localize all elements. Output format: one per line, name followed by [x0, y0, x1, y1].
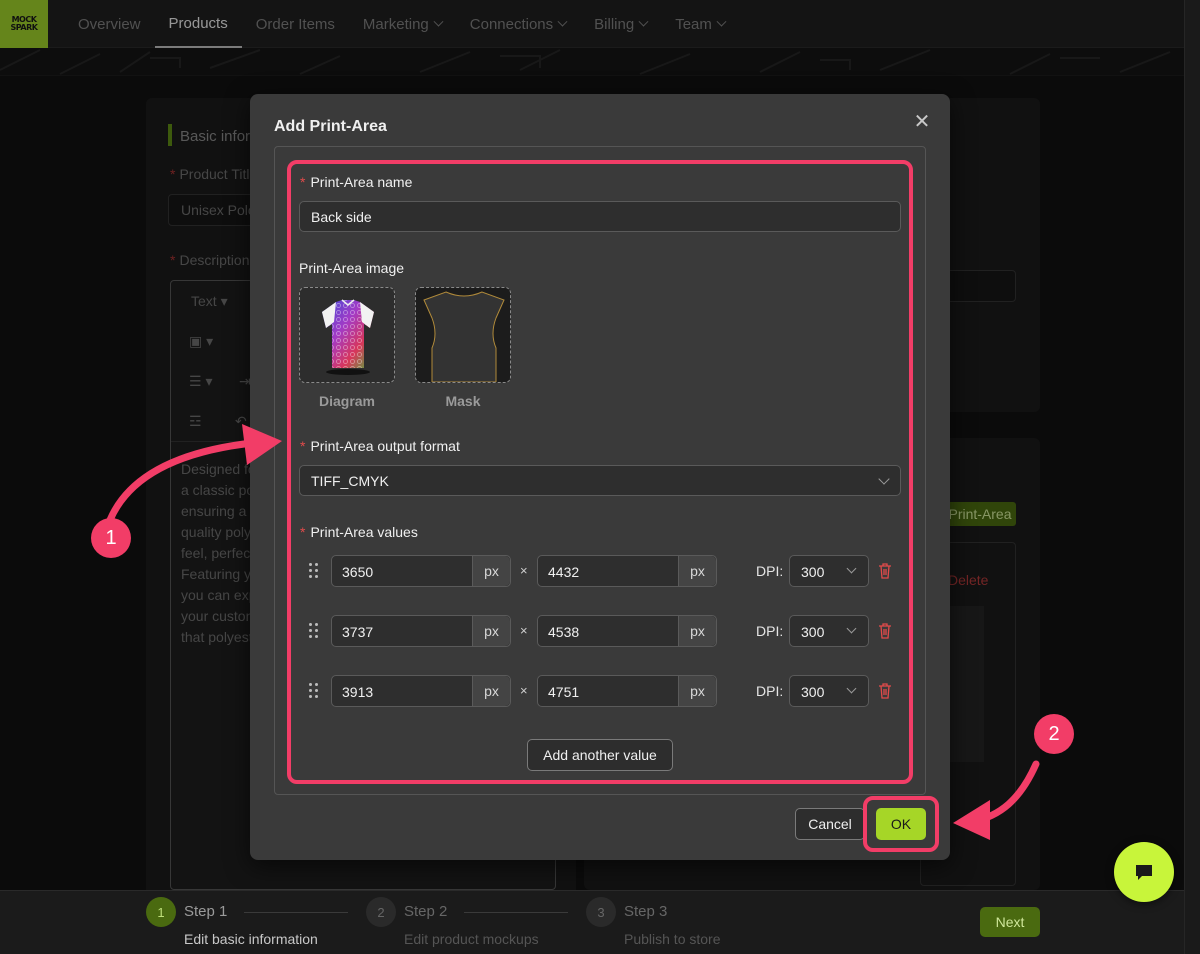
required-marker: * [300, 438, 306, 454]
dpi-label: DPI: [756, 623, 784, 639]
height-value: 4432 [548, 564, 580, 580]
unit-suffix: px [678, 556, 716, 586]
trash-icon[interactable] [878, 683, 892, 699]
chevron-down-icon [878, 473, 890, 485]
annotation-badge-1: 1 [91, 518, 131, 558]
value-row-3: 3913 px × 4751 px DPI: 300 [300, 675, 902, 707]
values-label-text: Print-Area values [310, 524, 418, 540]
unit-suffix: px [472, 616, 510, 646]
next-button[interactable]: Next [980, 907, 1040, 937]
modal-title: Add Print-Area [274, 118, 387, 135]
close-icon[interactable]: ✕ [912, 112, 932, 132]
unit-suffix: px [472, 556, 510, 586]
diagram-thumbnail[interactable] [299, 287, 395, 383]
dpi-value: 300 [801, 684, 825, 700]
annotation-badge-2: 2 [1034, 714, 1074, 754]
unit-suffix: px [472, 676, 510, 706]
chat-icon [1136, 865, 1152, 880]
required-marker: * [300, 524, 306, 540]
step-3-circle: 3 [586, 897, 616, 927]
ok-highlight-frame [863, 796, 939, 852]
mask-thumbnail[interactable] [415, 287, 511, 383]
step-connector [464, 912, 568, 913]
times-sign: × [520, 683, 528, 698]
shirt-diagram-image [322, 299, 374, 375]
print-area-name-input[interactable]: Back side [299, 201, 901, 232]
step-1-subtitle: Edit basic information [184, 931, 318, 947]
step-2-circle: 2 [366, 897, 396, 927]
height-value: 4538 [548, 624, 580, 640]
drag-handle-icon[interactable] [309, 623, 319, 639]
chat-launcher-button[interactable] [1114, 842, 1174, 902]
width-value: 3737 [342, 624, 374, 640]
height-value: 4751 [548, 684, 580, 700]
width-input[interactable]: 3737 px [331, 615, 511, 647]
dpi-label: DPI: [756, 563, 784, 579]
mask-caption: Mask [445, 393, 481, 409]
width-input[interactable]: 3913 px [331, 675, 511, 707]
name-label-text: Print-Area name [310, 174, 413, 190]
times-sign: × [520, 623, 528, 638]
height-input[interactable]: 4751 px [537, 675, 717, 707]
height-input[interactable]: 4432 px [537, 555, 717, 587]
drag-handle-icon[interactable] [309, 563, 319, 579]
dpi-select[interactable]: 300 [789, 675, 869, 707]
dpi-value: 300 [801, 564, 825, 580]
cancel-button[interactable]: Cancel [795, 808, 865, 840]
dpi-select[interactable]: 300 [789, 555, 869, 587]
height-input[interactable]: 4538 px [537, 615, 717, 647]
width-value: 3650 [342, 564, 374, 580]
format-label-text: Print-Area output format [310, 438, 460, 454]
format-select-value: TIFF_CMYK [311, 472, 389, 489]
chevron-down-icon [846, 683, 857, 694]
required-marker: * [300, 174, 306, 190]
dpi-label: DPI: [756, 683, 784, 699]
dpi-value: 300 [801, 624, 825, 640]
trash-icon[interactable] [878, 623, 892, 639]
step-connector [244, 912, 348, 913]
step-progress-bar: 1 Step 1 Edit basic information 2 Step 2… [0, 890, 1184, 954]
image-label: Print-Area image [299, 260, 405, 276]
drag-handle-icon[interactable] [309, 683, 319, 699]
step-1-title: Step 1 [184, 903, 228, 920]
chevron-down-icon [846, 623, 857, 634]
unit-suffix: px [678, 616, 716, 646]
step-2-subtitle: Edit product mockups [404, 931, 539, 947]
values-label: * Print-Area values [300, 524, 418, 540]
unit-suffix: px [678, 676, 716, 706]
dpi-select[interactable]: 300 [789, 615, 869, 647]
width-value: 3913 [342, 684, 374, 700]
page-scrollbar[interactable] [1184, 0, 1200, 954]
step-3-subtitle: Publish to store [624, 931, 721, 947]
name-input-value: Back side [311, 208, 372, 225]
value-row-1: 3650 px × 4432 px DPI: 300 [300, 555, 902, 587]
output-format-select[interactable]: TIFF_CMYK [299, 465, 901, 496]
step-1-circle: 1 [146, 897, 176, 927]
add-another-value-button[interactable]: Add another value [527, 739, 673, 771]
shirt-mask-image [416, 288, 510, 382]
step-2-title: Step 2 [404, 903, 448, 920]
step-3-title: Step 3 [624, 903, 668, 920]
add-print-area-modal: Add Print-Area ✕ * Print-Area name Back s… [250, 94, 950, 860]
times-sign: × [520, 563, 528, 578]
diagram-caption: Diagram [318, 393, 376, 409]
name-label: * Print-Area name [300, 174, 412, 190]
format-label: * Print-Area output format [300, 438, 460, 454]
chevron-down-icon [846, 563, 857, 574]
width-input[interactable]: 3650 px [331, 555, 511, 587]
trash-icon[interactable] [878, 563, 892, 579]
value-row-2: 3737 px × 4538 px DPI: 300 [300, 615, 902, 647]
